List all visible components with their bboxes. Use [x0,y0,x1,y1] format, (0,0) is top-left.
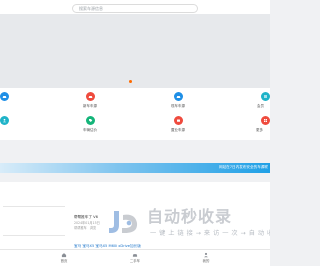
tab-label-used-car: 二手车 [129,259,141,263]
car-icon [173,92,183,101]
watermark: 自动秒收录 一 键 上 链 接 → 来 访 一 次 → 自 动 收 录 [105,205,270,245]
news-meta: 帮帮推车 浏览 [74,226,96,230]
carousel-indicator[interactable] [129,80,132,83]
bottom-tab-bar: 首页 二手车 我的 [0,249,270,266]
grid-label-valuation: 车辆估价 [83,128,97,132]
notice-text: 网站在7日内发布安全的车源联 [218,165,268,169]
grid-label-more: 更多 [256,128,263,132]
grid-item-1[interactable] [0,92,24,104]
watermark-subtitle: 一 键 上 链 接 → 来 访 一 次 → 自 动 收 录 [150,230,270,237]
grid-item-property[interactable]: 置业车源 [158,116,198,132]
watermark-title: 自动秒收录 [147,207,233,226]
tab-used-car[interactable]: 二手车 [115,252,155,264]
news-title[interactable]: 帮帮推车了 V6 [74,215,98,220]
car-icon [0,92,9,101]
wallet-icon [173,116,183,125]
tab-profile[interactable]: 我的 [186,252,226,264]
grid-item-stock-car[interactable]: 现车车源 [158,92,198,108]
search-input[interactable]: 搜索车源信息 [72,4,198,13]
service-grid: 新车车源 现车车源 会员 车辆估价 置业车源 更多 [0,88,270,140]
car-icon [85,92,95,101]
home-icon [61,253,67,258]
grid-label-property: 置业车源 [171,128,185,132]
watermark-logo-icon [109,211,138,233]
app-page: { "header": { "search_placeholder": "搜索车… [0,0,270,266]
grid-item-5[interactable] [0,116,24,128]
grid-item-valuation[interactable]: 车辆估价 [70,116,110,132]
person-icon [0,116,9,125]
tab-label-profile: 我的 [202,259,210,263]
top-bar: 搜索车源信息 [0,0,270,14]
tag-icon [85,116,95,125]
grid-label-stock-car: 现车车源 [171,104,185,108]
grid-icon [260,116,270,125]
grid-item-4[interactable]: 会员 [245,92,270,108]
grid-label-new-car: 新车车源 [83,104,97,108]
car-icon [132,254,138,257]
grid-item-new-car[interactable]: 新车车源 [70,92,110,108]
notice-banner[interactable]: 网站在7日内发布安全的车源联 [0,163,270,173]
news-views: 浏览 [89,226,97,230]
banner-carousel[interactable] [0,14,270,88]
search-placeholder: 搜索车源信息 [79,6,103,11]
grid-label-4: 会员 [257,104,264,108]
news-author: 帮帮推车 [74,226,87,230]
user-icon [204,252,208,258]
list-icon [260,92,270,101]
news-date: 2024年01月15日 [74,221,100,225]
divider [3,206,65,207]
tab-home[interactable]: 首页 [44,252,84,264]
grid-item-more[interactable]: 更多 [245,116,270,132]
divider [3,235,65,236]
tab-label-home: 首页 [60,259,68,263]
